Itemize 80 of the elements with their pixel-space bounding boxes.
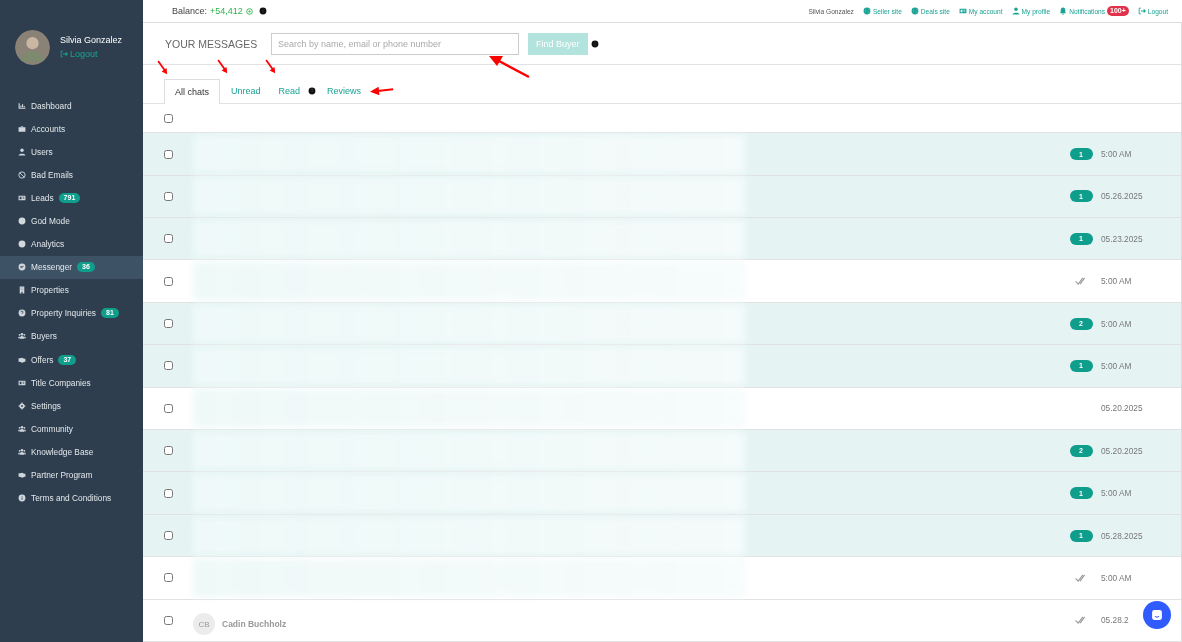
chat-row[interactable]: 5:00 AM <box>143 557 1181 600</box>
sidebar-item[interactable]: Partner Program <box>0 463 143 487</box>
message-time: 05.20.2025 <box>1101 403 1144 414</box>
sidebar-item[interactable]: Community <box>0 417 143 441</box>
checkbox[interactable] <box>163 191 173 201</box>
message-time: 5:00 AM <box>1101 276 1133 287</box>
balance-value: +54,412 <box>210 6 243 17</box>
sidebar-item[interactable]: Buyers <box>0 324 143 349</box>
checkbox[interactable] <box>163 615 173 625</box>
sidebar-item[interactable]: Settings <box>0 394 143 418</box>
message-time: 05.20.2025 <box>1101 445 1144 456</box>
tab[interactable]: Read <box>271 78 308 104</box>
chart-icon <box>18 101 26 110</box>
balance-label: Balance: <box>172 6 208 17</box>
chat-icon <box>1150 608 1164 622</box>
sidebar-item[interactable]: Dashboard <box>0 94 143 118</box>
bell-icon <box>1059 7 1068 16</box>
chat-icon <box>18 263 26 272</box>
message-time: 05.28.2025 <box>1101 530 1144 541</box>
info-icon <box>18 494 26 503</box>
checkbox[interactable] <box>163 531 173 540</box>
message-time: 5:00 AM <box>1101 360 1133 371</box>
id-card-icon <box>18 378 26 387</box>
tab[interactable]: Reviews <box>320 78 369 104</box>
id-card-icon <box>958 7 967 16</box>
tab[interactable]: Unread <box>224 78 268 104</box>
checkbox[interactable] <box>163 573 173 583</box>
users-icon <box>18 447 26 456</box>
tab[interactable]: All chats <box>164 79 220 105</box>
user-name: Silvia Gonzalez <box>60 35 123 45</box>
checkbox[interactable] <box>163 361 173 371</box>
message-time: 5:00 AM <box>1101 572 1133 583</box>
sidebar-item[interactable]: God Mode <box>0 209 143 233</box>
sidebar-item[interactable]: Title Companies <box>0 371 143 395</box>
question-icon <box>18 309 26 318</box>
checkbox[interactable] <box>163 488 173 498</box>
logout-icon <box>60 50 68 58</box>
sidebar-item[interactable]: Accounts <box>0 117 143 141</box>
checkbox[interactable] <box>163 113 173 123</box>
checkbox[interactable] <box>163 319 173 329</box>
contact-name: Cadin Buchholz <box>222 619 287 630</box>
sidebar-item[interactable]: Properties <box>0 278 143 302</box>
checkbox[interactable] <box>163 234 173 244</box>
handshake-icon <box>18 471 26 480</box>
users-icon <box>18 424 26 433</box>
info-icon <box>590 39 599 48</box>
sidebar-item[interactable]: Analytics <box>0 232 143 256</box>
avatar: CB <box>193 613 215 636</box>
search-field[interactable]: Search by name, email or phone number <box>271 32 519 55</box>
sidebar-item[interactable]: Users <box>0 140 143 164</box>
gear-icon <box>18 401 26 410</box>
sidebar-item[interactable]: Terms and Conditions <box>0 486 143 510</box>
message-time: 05.26.2025 <box>1101 191 1144 202</box>
message-time: 5:00 AM <box>1101 318 1133 329</box>
ban-icon <box>18 170 26 179</box>
briefcase-icon <box>18 124 26 133</box>
sidebar-item[interactable]: Bad Emails <box>0 163 143 187</box>
checkbox[interactable] <box>163 446 173 456</box>
chat-row[interactable]: 5:00 AM <box>143 260 1181 303</box>
logout-icon <box>1137 7 1146 16</box>
users-icon <box>18 332 26 341</box>
building-icon <box>18 286 26 295</box>
chat-row[interactable]: 05.20.2025 <box>143 387 1181 431</box>
user-icon <box>1011 7 1020 16</box>
checkbox[interactable] <box>163 276 173 286</box>
avatar <box>15 29 50 65</box>
message-time: 5:00 AM <box>1101 149 1133 159</box>
checkbox[interactable] <box>163 149 173 159</box>
message-time: 5:00 AM <box>1101 488 1133 499</box>
id-card-icon <box>18 193 26 202</box>
info-icon <box>258 7 267 16</box>
page-title: YOUR MESSAGES <box>165 37 259 50</box>
coin-icon <box>245 7 253 15</box>
logout-link[interactable]: Logout <box>60 49 123 59</box>
checkbox[interactable] <box>163 403 173 413</box>
handshake-icon <box>18 355 26 364</box>
user-icon <box>18 147 26 156</box>
message-time: 05.23.2025 <box>1101 233 1144 244</box>
message-time: 05.28.2 <box>1101 615 1130 626</box>
sidebar-item[interactable]: Knowledge Base <box>0 440 143 464</box>
